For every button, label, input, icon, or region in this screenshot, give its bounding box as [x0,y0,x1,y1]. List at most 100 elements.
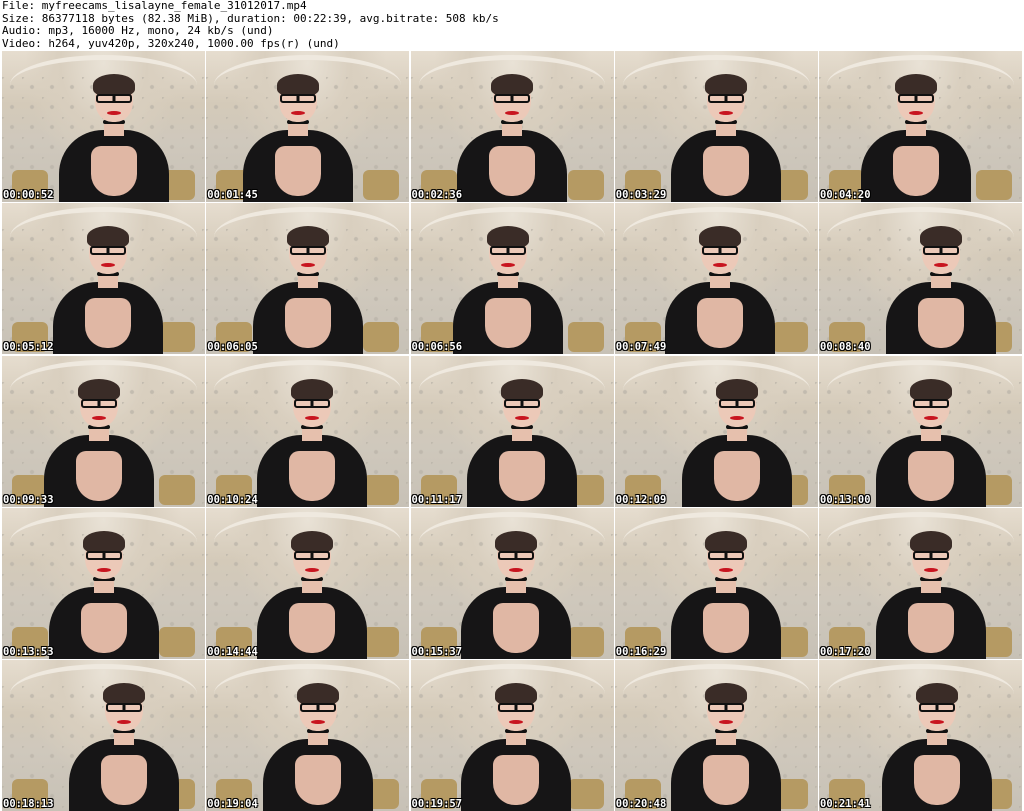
lips [509,720,524,724]
timestamp-label: 00:13:53 [3,645,54,658]
neckline [84,298,131,349]
lips [92,415,107,420]
neckline [489,146,535,196]
person-figure [875,530,986,659]
video-thumbnail: 00:21:41 [819,660,1022,811]
lips [116,720,131,724]
hair [705,74,748,96]
neckline [76,450,123,501]
hair [909,378,952,401]
timestamp-label: 00:15:37 [411,645,463,658]
person-figure [671,683,782,811]
timestamp-label: 00:13:00 [820,493,871,506]
neckline [907,450,954,501]
video-info-line: Video: h264, yuv420p, 320x240, 1000.00 f… [2,36,340,50]
glasses-icon [289,246,326,256]
glasses-icon [718,398,755,408]
video-thumbnail: 00:17:20 [819,507,1022,659]
video-thumbnail: 00:16:29 [614,507,818,659]
person-figure [48,530,159,659]
neckline [80,602,127,653]
lips [719,567,734,572]
person-figure [457,74,567,202]
glasses-icon [702,246,739,256]
person-figure [252,226,363,355]
glasses-icon [922,246,959,256]
neckline [493,755,540,805]
video-thumbnail: 00:13:53 [2,507,205,659]
person-figure [58,74,169,202]
glasses-icon [89,246,126,256]
person-figure [681,378,792,507]
pillow-right [363,170,400,200]
neckline [100,755,147,805]
pillow-right [567,170,604,200]
person-figure [861,74,972,202]
glasses-icon [708,94,745,103]
glasses-icon [498,703,535,712]
neckline [288,450,335,501]
person-figure [256,378,367,507]
timestamp-label: 00:14:44 [207,645,258,658]
thumbnail-grid: 00:00:52 00:01:45 00:02:36 00:03:29 00:04:20… [2,51,1022,811]
neckline [484,298,531,349]
timestamp-label: 00:19:04 [207,798,258,810]
timestamp-label: 00:07:49 [615,341,667,354]
pillow-right [159,474,195,505]
neckline [294,755,341,805]
pillow-right [771,322,808,353]
person-figure [262,683,373,811]
neckline [697,298,744,349]
lips [304,567,319,572]
pillow-right [159,322,195,353]
pillow-right [976,170,1012,200]
hair [501,378,544,401]
neckline [703,146,750,196]
neckline [288,602,335,653]
timestamp-label: 00:10:24 [207,493,258,506]
file-info-header: File: myfreecams_lisalayne_female_310120… [2,0,1022,50]
timestamp-label: 00:12:09 [615,493,667,506]
glasses-icon [95,94,132,103]
neckline [703,602,750,653]
neckline [703,755,750,805]
hair [78,378,121,401]
person-figure [885,226,996,355]
neckline [90,146,137,196]
timestamp-label: 00:09:33 [3,493,54,506]
hair [705,530,748,553]
lips [106,111,121,115]
video-thumbnail: 00:11:17 [410,355,614,507]
person-figure [52,226,163,355]
glasses-icon [81,398,118,408]
glasses-icon [293,398,330,408]
hair [491,74,533,96]
video-thumbnail: 00:03:29 [614,51,818,202]
video-thumbnail: 00:06:05 [206,203,410,355]
hair [102,683,145,705]
timestamp-label: 00:00:52 [3,189,54,201]
neckline [274,146,321,196]
video-thumbnail: 00:07:49 [614,203,818,355]
pillow-right [567,322,604,353]
timestamp-label: 00:17:20 [820,645,871,658]
timestamp-label: 00:03:29 [615,189,667,201]
person-figure [256,530,367,659]
video-thumbnail: 00:08:40 [819,203,1022,355]
person-figure [44,378,155,507]
lips [923,567,938,572]
pillow-right [159,626,195,657]
video-thumbnail: 00:18:13 [2,660,205,811]
glasses-icon [912,550,949,560]
lips [729,415,744,420]
hair [699,226,742,249]
hair [286,226,329,249]
lips [304,415,319,420]
person-figure [452,226,563,355]
video-thumbnail: 00:05:12 [2,203,205,355]
video-thumbnail: 00:15:37 [410,507,614,659]
person-figure [68,683,179,811]
video-thumbnail: 00:19:57 [410,660,614,811]
video-thumbnail: 00:13:00 [819,355,1022,507]
pillow-right [363,322,400,353]
